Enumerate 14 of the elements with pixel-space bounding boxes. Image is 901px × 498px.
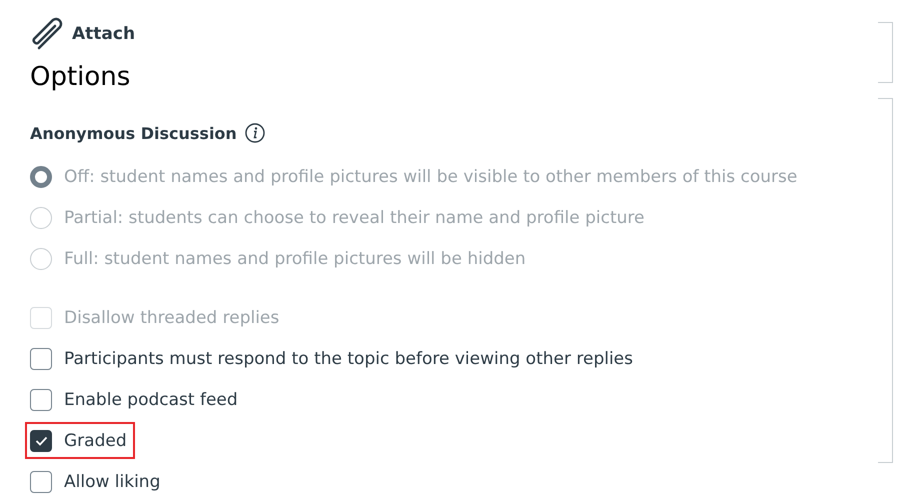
checkbox[interactable] [30,430,52,452]
checkbox-option[interactable]: Participants must respond to the topic before viewing other replies [25,340,641,377]
checkbox-option[interactable]: Allow liking [25,463,168,498]
checkbox-option[interactable]: Graded [25,422,135,459]
checkbox[interactable] [30,470,52,492]
section-label: Anonymous Discussion [30,124,237,142]
checkbox[interactable] [30,348,52,370]
info-icon[interactable] [244,123,265,143]
panel-border [878,22,893,83]
attach-button[interactable]: Attach [28,17,136,51]
check-icon [34,436,48,446]
options-heading: Options [30,61,132,94]
checkbox[interactable] [30,388,52,410]
checkbox-option[interactable]: Enable podcast feed [25,381,246,418]
